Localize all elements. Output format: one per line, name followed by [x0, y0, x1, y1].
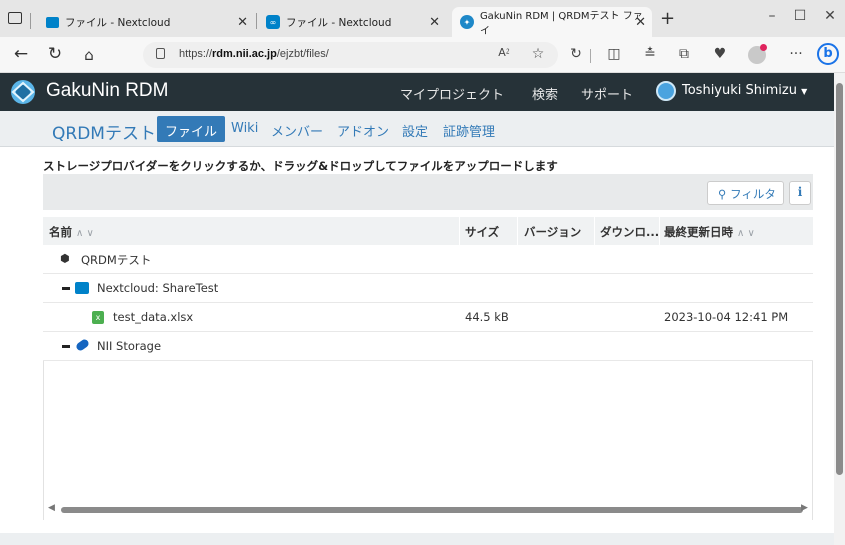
minimize-icon[interactable]: – [762, 8, 782, 24]
upload-instructions: ストレージプロバイダーをクリックするか、ドラッグ&ドロップしてファイルをアップロ… [43, 159, 558, 173]
collapse-icon[interactable] [62, 287, 70, 290]
split-screen-icon[interactable]: ◫ [604, 46, 624, 62]
notification-dot [760, 44, 767, 51]
browser-tab-1[interactable]: ファイル - Nextcloud ✕ [38, 7, 256, 37]
column-divider[interactable] [459, 217, 460, 245]
nextcloud-icon: ∞ [266, 15, 280, 29]
info-button[interactable]: i [789, 181, 811, 205]
sort-icon[interactable]: ∧ ∨ [76, 228, 94, 239]
filter-button[interactable]: ⚲ フィルタ [707, 181, 784, 205]
tab-separator [256, 13, 257, 29]
table-row[interactable]: Nextcloud: ShareTest [43, 274, 813, 303]
favorites-list-icon[interactable]: ≛ [640, 46, 660, 62]
back-icon[interactable]: ← [10, 44, 32, 64]
cube-icon: ⬢ [60, 252, 70, 265]
sort-icon[interactable]: ∧ ∨ [737, 228, 755, 239]
tab-actions-icon[interactable] [8, 12, 22, 24]
gakunin-logo-icon[interactable] [10, 79, 36, 105]
horizontal-scrollbar[interactable]: ◀ ▶ [43, 503, 813, 517]
favorite-star-icon[interactable]: ☆ [528, 46, 548, 62]
row-name[interactable]: test_data.xlsx [113, 310, 193, 324]
user-menu[interactable]: Toshiyuki Shimizu ▼ [682, 83, 807, 98]
toolbar-separator [590, 49, 591, 63]
close-icon[interactable]: ✕ [237, 15, 248, 30]
page-footer [0, 533, 834, 545]
tab-files[interactable]: ファイル [157, 116, 226, 142]
user-avatar-icon [656, 81, 676, 101]
row-size: 44.5 kB [465, 310, 509, 324]
row-name: NII Storage [97, 339, 162, 353]
column-size-header[interactable]: サイズ [465, 224, 499, 240]
column-divider[interactable] [594, 217, 595, 245]
excel-icon: x [92, 311, 104, 324]
column-divider[interactable] [517, 217, 518, 245]
refresh-extension-icon[interactable]: ↻ [566, 46, 586, 62]
gakunin-icon: ✦ [460, 15, 474, 29]
tab-title: ファイル - Nextcloud [65, 16, 171, 29]
filter-label: フィルタ [730, 187, 776, 201]
refresh-icon[interactable]: ↻ [44, 44, 66, 64]
profile-avatar-icon[interactable] [748, 44, 767, 64]
tab-title: ファイル - Nextcloud [286, 16, 392, 29]
close-icon[interactable]: ✕ [429, 15, 440, 30]
nextcloud-icon [46, 16, 59, 28]
home-icon[interactable]: ⌂ [78, 46, 100, 64]
tab-wiki[interactable]: Wiki [231, 121, 258, 136]
browser-tab-bar: ファイル - Nextcloud ✕ ∞ ファイル - Nextcloud ✕ … [0, 0, 845, 37]
tab-title: GakuNin RDM | QRDMテスト ファイ [479, 11, 643, 37]
search-icon: ⚲ [718, 187, 727, 201]
tab-audit-log[interactable]: 証跡管理 [443, 121, 495, 140]
tab-settings[interactable]: 設定 [402, 121, 428, 140]
project-title[interactable]: QRDMテスト [52, 119, 156, 144]
nav-support[interactable]: サポート [581, 84, 633, 103]
vertical-scrollbar[interactable] [834, 73, 845, 545]
project-nav: QRDMテスト ファイル Wiki メンバー アドオン 設定 証跡管理 [0, 111, 834, 147]
browser-tab-2[interactable]: ∞ ファイル - Nextcloud ✕ [258, 7, 448, 37]
collapse-icon[interactable] [62, 345, 70, 348]
column-version-header[interactable]: バージョン [524, 224, 581, 240]
lock-icon [156, 48, 165, 59]
collections-icon[interactable]: ⧉ [674, 46, 694, 62]
nav-search[interactable]: 検索 [532, 84, 558, 103]
tab-separator [30, 13, 31, 29]
scroll-left-icon[interactable]: ◀ [48, 503, 55, 513]
address-bar-row: ← ↻ ⌂ https://rdm.nii.ac.jp/ejzbt/files/… [0, 37, 845, 73]
column-name-header[interactable]: 名前 ∧ ∨ [49, 224, 94, 240]
column-modified-header[interactable]: 最終更新日時 ∧ ∨ [664, 224, 755, 240]
brand-name[interactable]: GakuNin RDM [46, 80, 168, 102]
caret-down-icon: ▼ [801, 87, 808, 96]
table-row[interactable]: x test_data.xlsx 44.5 kB 2023-10-04 12:4… [43, 303, 813, 332]
tab-addons[interactable]: アドオン [337, 121, 389, 140]
new-tab-button[interactable]: + [660, 8, 675, 29]
read-aloud-icon[interactable]: A⁲ [494, 46, 514, 60]
bing-icon[interactable]: b [817, 43, 839, 65]
column-divider[interactable] [659, 217, 660, 245]
close-window-icon[interactable]: ✕ [820, 8, 840, 24]
more-icon[interactable]: ··· [786, 46, 806, 62]
nii-storage-icon [74, 337, 91, 353]
tab-members[interactable]: メンバー [271, 121, 323, 140]
rdm-navbar: GakuNin RDM マイプロジェクト 検索 サポート Toshiyuki S… [0, 73, 834, 111]
url-text: https://rdm.nii.ac.jp/ejzbt/files/ [179, 48, 329, 60]
vertical-scroll-thumb[interactable] [836, 83, 843, 475]
maximize-icon[interactable]: ☐ [790, 8, 810, 24]
row-modified: 2023-10-04 12:41 PM [664, 310, 789, 324]
browser-tab-active[interactable]: ✦ GakuNin RDM | QRDMテスト ファイ ✕ [452, 7, 652, 37]
filebrowser-toolbar [43, 174, 813, 210]
table-row[interactable]: ⬢ QRDMテスト [43, 245, 813, 274]
performance-icon[interactable]: ♥ [710, 46, 730, 62]
nav-my-projects[interactable]: マイプロジェクト [400, 84, 504, 103]
table-row[interactable]: NII Storage [43, 332, 813, 361]
close-icon[interactable]: ✕ [635, 15, 646, 30]
scroll-right-icon[interactable]: ▶ [801, 503, 808, 513]
column-downloads-header[interactable]: ダウンロ... [600, 224, 659, 240]
horizontal-scroll-thumb[interactable] [61, 507, 803, 513]
nextcloud-icon [75, 282, 89, 294]
row-name: Nextcloud: ShareTest [97, 281, 219, 295]
row-name: QRDMテスト [81, 253, 152, 267]
file-grid-header: 名前 ∧ ∨ サイズ バージョン ダウンロ... 最終更新日時 ∧ ∨ [43, 217, 813, 245]
